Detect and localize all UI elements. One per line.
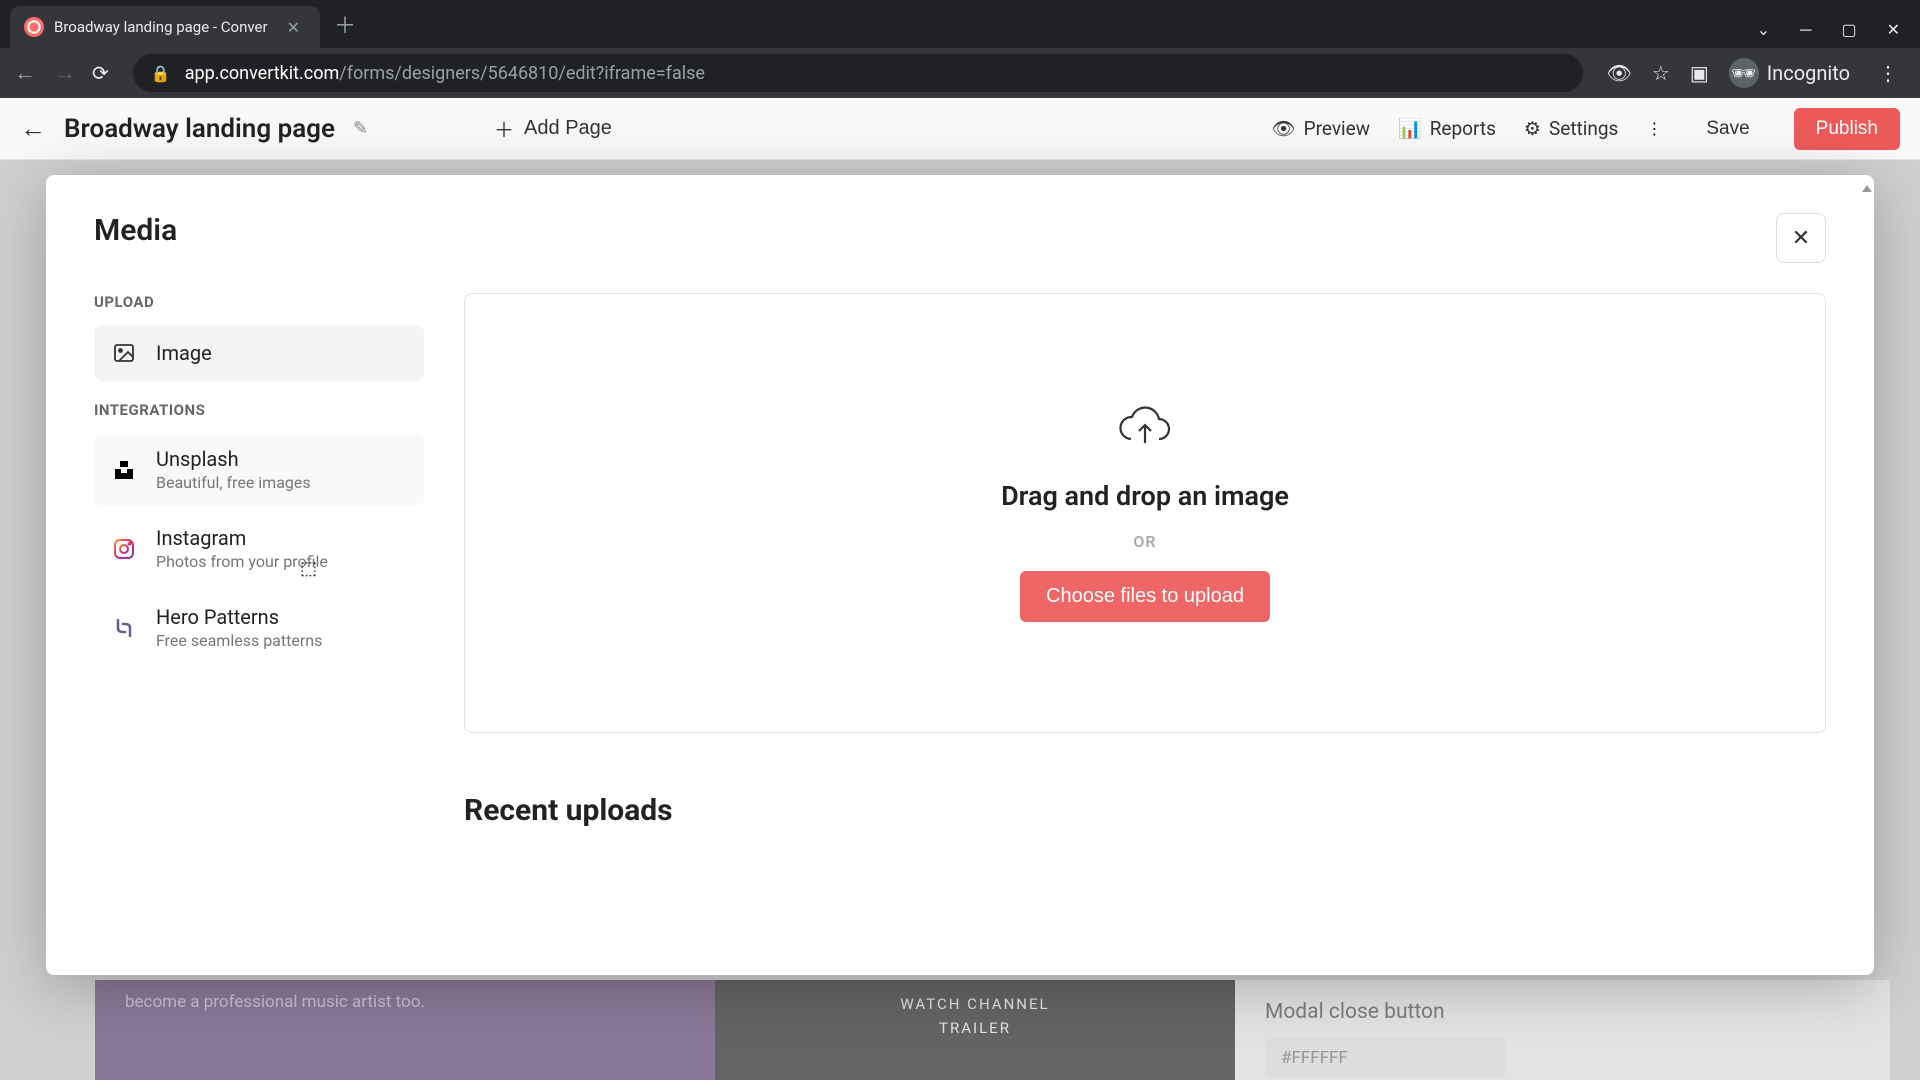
image-dropzone[interactable]: Drag and drop an image OR Choose files t… (464, 293, 1826, 733)
sidebar-item-label: Instagram (156, 526, 328, 550)
minimize-icon[interactable]: ─ (1800, 20, 1811, 40)
back-button[interactable]: ← (14, 60, 36, 86)
eye-off-icon[interactable]: 👁 (1607, 61, 1632, 85)
bookmark-star-icon[interactable]: ☆ (1652, 61, 1670, 85)
sidebar-item-desc: Photos from your profile (156, 552, 328, 571)
sidebar-item-label: Unsplash (156, 447, 311, 471)
gear-icon: ⚙ (1524, 117, 1541, 140)
plus-icon: ＋ (494, 114, 514, 143)
hero-patterns-icon (110, 614, 138, 642)
incognito-icon: 🕶 (1729, 58, 1759, 88)
media-main-area: Drag and drop an image OR Choose files t… (464, 293, 1826, 975)
dropzone-or: OR (1133, 532, 1156, 551)
maximize-icon[interactable]: ▢ (1841, 20, 1856, 40)
lock-icon: 🔒 (151, 64, 171, 83)
sidebar-item-desc: Beautiful, free images (156, 473, 311, 492)
add-page-button[interactable]: ＋ Add Page (476, 106, 630, 151)
tab-favicon (24, 17, 44, 37)
tab-close-icon[interactable]: ✕ (281, 16, 306, 39)
back-arrow-icon[interactable]: ← (20, 113, 46, 144)
window-controls: ⌄ ─ ▢ ✕ (1757, 20, 1920, 48)
add-page-label: Add Page (524, 117, 612, 140)
sidebar-item-image[interactable]: Image (94, 325, 424, 381)
browser-tab[interactable]: Broadway landing page - Conver ✕ (10, 6, 320, 48)
upload-section-label: UPLOAD (94, 293, 424, 311)
app-header: ← Broadway landing page ✎ ＋ Add Page 👁 P… (0, 98, 1920, 160)
media-modal: Media ✕ UPLOAD Image INTEGRATIONS (46, 175, 1874, 975)
eye-icon: 👁 (1272, 117, 1296, 140)
sidebar-item-instagram[interactable]: Instagram Photos from your profile (94, 512, 424, 585)
forward-button[interactable]: → (54, 60, 76, 86)
sidebar-item-desc: Free seamless patterns (156, 631, 322, 650)
browser-address-bar: ← → ⟳ 🔒 app.convertkit.com/forms/designe… (0, 48, 1920, 98)
modal-title: Media (94, 213, 177, 248)
integrations-section-label: INTEGRATIONS (94, 401, 424, 419)
modal-close-button[interactable]: ✕ (1776, 213, 1826, 263)
url-text: app.convertkit.com/forms/designers/56468… (185, 63, 705, 84)
preview-button[interactable]: 👁 Preview (1272, 117, 1371, 140)
edit-title-icon[interactable]: ✎ (353, 118, 368, 139)
unsplash-icon (110, 456, 138, 484)
new-tab-button[interactable]: ＋ (334, 8, 356, 40)
sidebar-item-label: Image (156, 341, 212, 365)
modal-scroll-arrow[interactable] (1862, 185, 1872, 203)
bg-hero-purple: become a professional music artist too. (95, 980, 715, 1080)
sidebar-item-label: Hero Patterns (156, 605, 322, 629)
tabs-dropdown-icon[interactable]: ⌄ (1757, 20, 1770, 40)
browser-tab-bar: Broadway landing page - Conver ✕ ＋ ⌄ ─ ▢… (0, 0, 1920, 48)
page-title: Broadway landing page (64, 114, 335, 144)
instagram-icon (110, 535, 138, 563)
close-window-icon[interactable]: ✕ (1887, 20, 1900, 40)
media-sidebar: UPLOAD Image INTEGRATIONS (94, 293, 424, 975)
panel-icon[interactable]: ▣ (1690, 61, 1709, 85)
bg-trailer-black: WATCH CHANNEL TRAILER (715, 980, 1235, 1080)
save-button[interactable]: Save (1690, 110, 1765, 148)
url-bar[interactable]: 🔒 app.convertkit.com/forms/designers/564… (133, 54, 1583, 92)
image-icon (110, 339, 138, 367)
choose-files-button[interactable]: Choose files to upload (1020, 571, 1270, 622)
publish-button[interactable]: Publish (1794, 108, 1900, 150)
reload-button[interactable]: ⟳ (92, 61, 109, 85)
sidebar-item-hero-patterns[interactable]: Hero Patterns Free seamless patterns (94, 591, 424, 664)
modal-close-setting-label: Modal close button (1265, 1000, 1860, 1024)
close-icon: ✕ (1792, 225, 1810, 251)
dropzone-text: Drag and drop an image (1001, 480, 1289, 512)
incognito-badge: 🕶 Incognito (1729, 58, 1850, 88)
tab-title: Broadway landing page - Conver (54, 18, 271, 36)
reports-icon: 📊 (1398, 117, 1422, 140)
sidebar-item-unsplash[interactable]: Unsplash Beautiful, free images (94, 433, 424, 506)
more-menu-icon[interactable]: ⋮ (1646, 119, 1662, 138)
bg-settings-panel: Modal close button #FFFFFF (1235, 980, 1890, 1080)
cloud-upload-icon (1117, 405, 1173, 460)
settings-button[interactable]: ⚙ Settings (1524, 117, 1618, 140)
reports-button[interactable]: 📊 Reports (1398, 117, 1496, 140)
incognito-label: Incognito (1767, 61, 1850, 85)
browser-menu-icon[interactable]: ⋮ (1870, 61, 1906, 85)
recent-uploads-heading: Recent uploads (464, 793, 1826, 828)
color-value-input[interactable]: #FFFFFF (1265, 1038, 1505, 1078)
